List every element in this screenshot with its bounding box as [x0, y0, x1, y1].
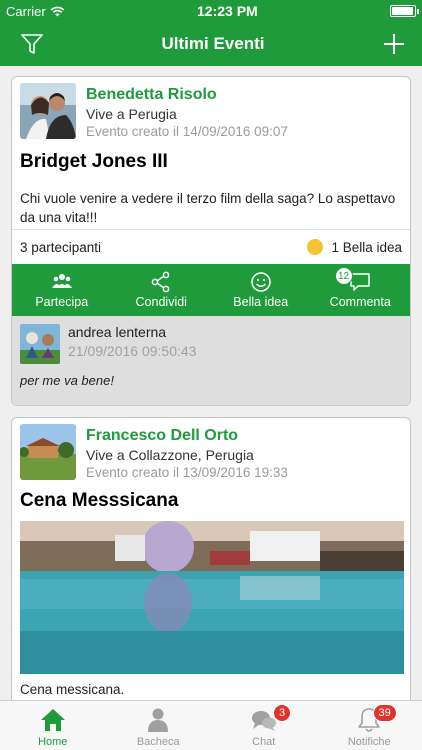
battery-icon [390, 5, 419, 17]
top-bar: Carrier 12:23 PM Ultimi Eventi [0, 0, 422, 66]
share-button[interactable]: Condividi [112, 264, 212, 316]
plus-icon[interactable] [380, 30, 408, 58]
home-icon [40, 709, 65, 731]
event-header: Benedetta Risolo Vive a Perugia Evento c… [12, 77, 410, 149]
person-icon [148, 708, 169, 732]
tab-bar: Home Bacheca 3 Chat 39 Notifiche [0, 700, 422, 750]
comment-button[interactable]: 12 Commenta [311, 264, 411, 316]
page-title: Ultimi Eventi [161, 34, 265, 53]
event-description: Chi vuole venire a vedere il terzo film … [20, 191, 396, 225]
share-icon [151, 271, 170, 293]
avatar[interactable] [20, 424, 76, 480]
tab-notifiche[interactable]: 39 Notifiche [317, 701, 422, 750]
tab-chat[interactable]: 3 Chat [211, 701, 317, 750]
event-created-date: Evento creato il 14/09/2016 09:07 [86, 124, 288, 139]
author-location: Vive a Perugia [86, 106, 177, 122]
event-created-date: Evento creato il 13/09/2016 19:33 [86, 465, 288, 480]
tab-label: Home [38, 736, 68, 748]
comment-time: 21/09/2016 09:50:43 [68, 343, 197, 359]
filter-icon[interactable] [18, 30, 46, 58]
notifications-badge: 39 [372, 704, 397, 722]
carrier-label: Carrier [6, 3, 46, 19]
event-card[interactable]: Benedetta Risolo Vive a Perugia Evento c… [11, 76, 411, 406]
status-bar: Carrier 12:23 PM [0, 0, 422, 22]
chat-badge: 3 [273, 704, 292, 722]
author-location: Vive a Collazzone, Perugia [86, 447, 254, 463]
tab-label: Chat [252, 736, 276, 748]
comment-author[interactable]: andrea lenterna [68, 324, 166, 340]
events-feed[interactable]: Benedetta Risolo Vive a Perugia Evento c… [0, 66, 422, 700]
participate-button[interactable]: Partecipa [12, 264, 112, 316]
event-header: Francesco Dell Orto Vive a Collazzone, P… [12, 418, 410, 490]
author-name[interactable]: Benedetta Risolo [86, 86, 217, 104]
comment-avatar[interactable] [20, 324, 60, 364]
tab-home[interactable]: Home [0, 701, 106, 750]
event-photo[interactable] [20, 521, 404, 674]
share-label: Condividi [135, 295, 187, 309]
reactions-count[interactable]: 1 Bella idea [331, 240, 402, 255]
tab-label: Notifiche [347, 736, 391, 748]
like-label: Bella idea [233, 295, 289, 309]
latest-comment[interactable]: andrea lenterna 21/09/2016 09:50:43 per … [12, 316, 410, 405]
comment-icon [350, 273, 370, 291]
event-title[interactable]: Cena Messsicana [20, 490, 178, 512]
avatar[interactable] [20, 83, 76, 139]
tab-label: Bacheca [136, 736, 180, 748]
smiley-icon [307, 239, 324, 255]
event-actions: Partecipa Condividi Bella idea 12 Commen… [12, 264, 410, 316]
comment-label: Commenta [329, 295, 391, 309]
like-button[interactable]: Bella idea [211, 264, 311, 316]
participate-label: Partecipa [35, 295, 89, 309]
event-stats: 3 partecipanti 1 Bella idea [12, 229, 410, 264]
smiley-icon [250, 272, 271, 292]
group-icon [51, 274, 72, 288]
comment-count-badge: 12 [334, 267, 353, 285]
event-caption: Cena messicana. [20, 682, 125, 697]
event-card[interactable]: Francesco Dell Orto Vive a Collazzone, P… [11, 417, 411, 700]
status-time: 12:23 PM [197, 3, 258, 19]
author-name[interactable]: Francesco Dell Orto [86, 427, 238, 445]
tab-bacheca[interactable]: Bacheca [106, 701, 212, 750]
comment-text: per me va bene! [20, 373, 114, 388]
wifi-icon [50, 6, 65, 16]
event-title[interactable]: Bridget Jones III [20, 151, 168, 173]
participants-count[interactable]: 3 partecipanti [20, 240, 101, 255]
